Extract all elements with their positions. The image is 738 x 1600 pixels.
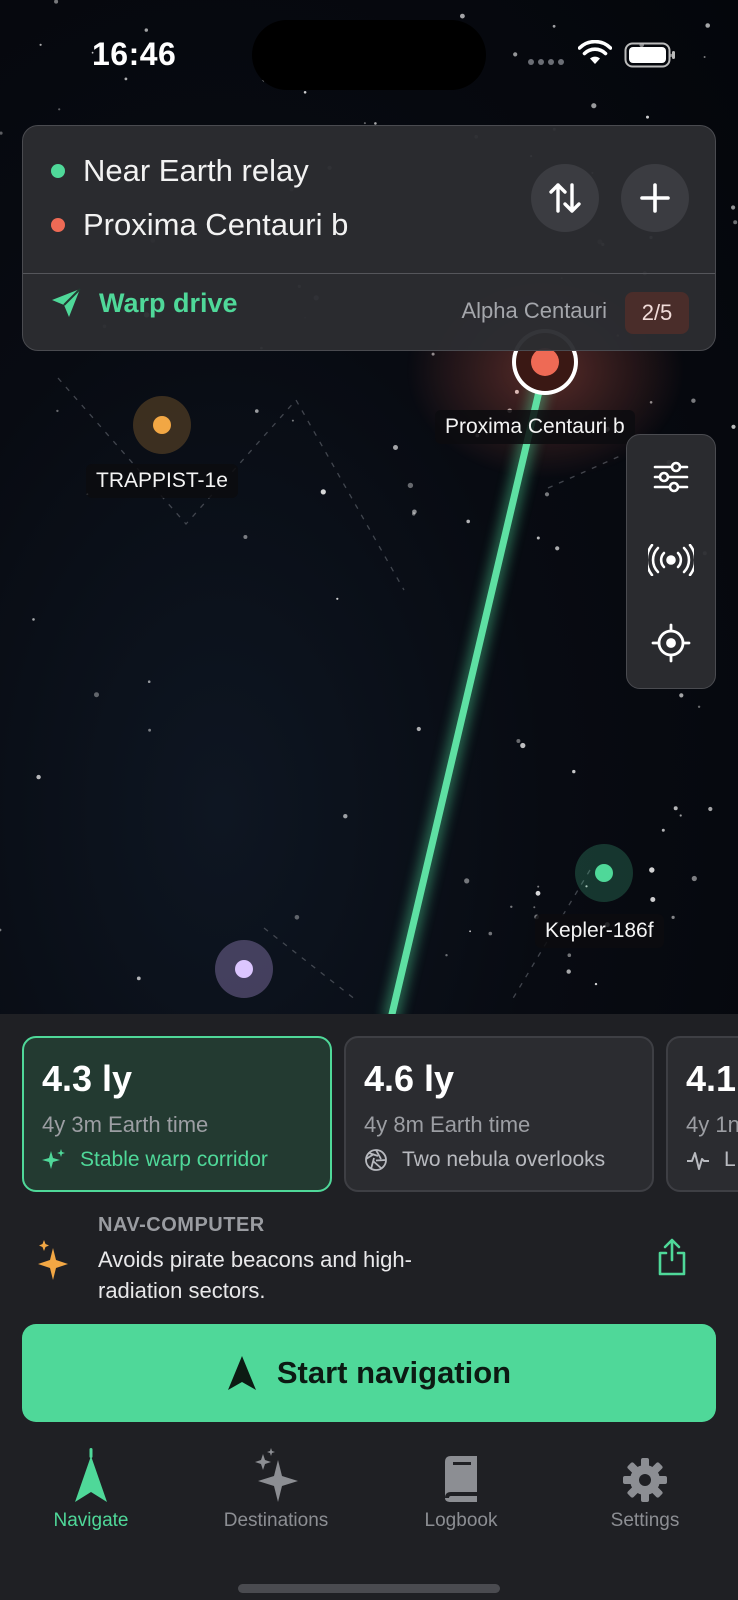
origin-row[interactable]: Near Earth relay [51,153,309,189]
route-option-time: 4y 8m Earth time [364,1112,531,1137]
swap-route-button[interactable] [531,164,599,232]
sliders-icon [653,461,689,493]
route-card: Near Earth relay Proxima Centauri b Warp… [22,125,716,351]
route-option-note: Stable warp corridor [42,1148,268,1172]
battery-icon [624,42,675,68]
dynamic-island [252,20,486,90]
pulse-icon [687,1152,709,1170]
plus-icon [640,183,670,213]
tab-label: Settings [610,1510,680,1531]
share-icon[interactable] [656,1238,688,1276]
route-option-distance: 4.3 ly [42,1058,133,1099]
planet-label-kepler[interactable]: Kepler-186f [535,914,664,948]
broadcast-button[interactable] [627,520,715,600]
route-option-note-text: Stable warp corridor [80,1148,268,1171]
destination-label: Proxima Centauri b [83,207,349,242]
route-option-note: Two nebula overlooks [364,1148,605,1172]
region-label: Alpha Centauri [461,298,607,323]
map-tools-panel [626,434,716,689]
sparkle-icon [42,1149,65,1169]
wifi-icon [578,40,612,64]
route-option-note: L [686,1148,736,1172]
navigate-icon [75,1448,107,1502]
broadcast-icon [648,544,694,576]
stop-count-badge[interactable]: 2/5 [625,292,689,334]
origin-dot [51,164,65,178]
route-option-note-text: Two nebula overlooks [402,1148,606,1171]
planet-trappist-marker[interactable] [133,396,191,454]
sparkles-icon [38,1240,68,1280]
crosshair-icon [651,623,691,663]
route-option-2[interactable]: 4.6 ly 4y 8m Earth time Two nebula overl… [344,1036,654,1192]
navigation-arrow-icon [227,1356,256,1390]
planet-label-trappist[interactable]: TRAPPIST-1e [86,464,238,498]
gear-icon [623,1458,667,1502]
destination-row[interactable]: Proxima Centauri b [51,207,348,243]
planet-label-proxima[interactable]: Proxima Centauri b [435,410,635,444]
route-option-time: 4y 1n [686,1112,738,1137]
status-bar: 16:46 [0,0,738,110]
home-indicator [238,1584,500,1593]
tab-label: Navigate [53,1510,129,1531]
planet-kepler-marker[interactable] [575,844,633,902]
tab-navigate[interactable]: Navigate [16,1448,166,1532]
origin-label: Near Earth relay [83,153,309,188]
route-option-time: 4y 3m Earth time [42,1112,209,1137]
nav-computer-title: NAV-COMPUTER [98,1214,265,1236]
add-stop-button[interactable] [621,164,689,232]
route-card-divider [23,273,715,274]
aperture-icon [365,1149,387,1171]
route-option-3[interactable]: 4.1 4y 1n L [666,1036,738,1192]
planet-unnamed-marker[interactable] [215,940,273,998]
route-option-1[interactable]: 4.3 ly 4y 3m Earth time Stable warp corr… [22,1036,332,1192]
route-option-distance: 4.1 [686,1058,737,1099]
start-navigation-label: Start navigation [276,1355,512,1390]
tab-logbook[interactable]: Logbook [386,1448,536,1532]
tab-label: Logbook [424,1510,498,1531]
travel-mode-label: Warp drive [99,287,238,318]
paper-plane-icon [52,288,81,317]
route-option-note-text: L [724,1148,736,1171]
tab-destinations[interactable]: Destinations [201,1448,351,1532]
nav-computer-text: Avoids pirate beacons and high-radiation… [98,1247,412,1303]
travel-mode-selector[interactable]: Warp drive [49,286,238,320]
nav-computer-panel: NAV-COMPUTER Avoids pirate beacons and h… [38,1212,702,1304]
tab-label: Destinations [223,1510,329,1531]
recenter-button[interactable] [627,603,715,683]
book-icon [445,1456,477,1502]
start-navigation-button[interactable]: Start navigation [22,1324,716,1422]
sparkles-icon [255,1448,298,1502]
status-time: 16:46 [92,36,177,72]
destination-dot [51,218,65,232]
tab-bar: Navigate Destinations Logbook Settings [0,1448,738,1558]
filters-button[interactable] [627,437,715,517]
tab-settings[interactable]: Settings [570,1448,720,1532]
cellular-signal-icon [528,59,564,65]
route-option-distance: 4.6 ly [364,1058,455,1099]
swap-vertical-icon [549,183,581,213]
